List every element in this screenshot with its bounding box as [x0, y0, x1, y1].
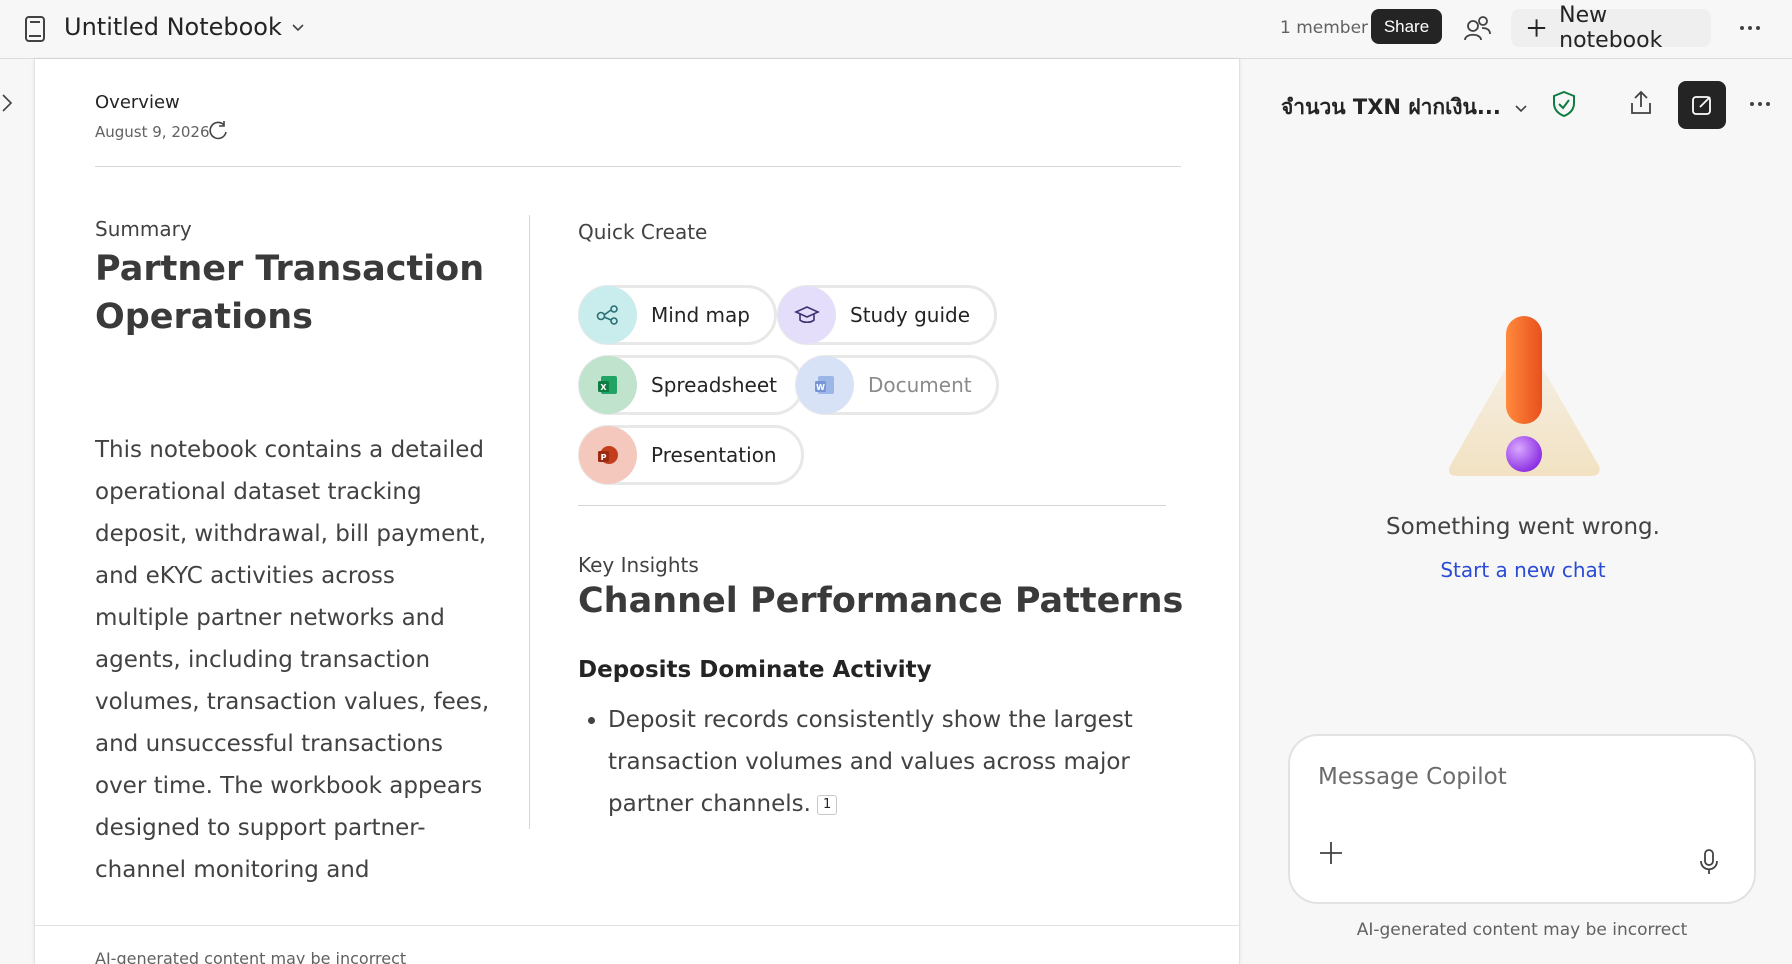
top-bar: Untitled Notebook 1 member Share New not…: [0, 0, 1792, 59]
summary-title: Partner Transaction Operations: [95, 249, 485, 337]
key-insights-list: Deposit records consistently show the la…: [608, 699, 1188, 825]
new-notebook-button[interactable]: New notebook: [1511, 3, 1711, 53]
study-guide-button[interactable]: Study guide: [777, 285, 998, 345]
people-icon[interactable]: [1462, 14, 1492, 42]
svg-text:P: P: [601, 453, 607, 462]
column-divider: [529, 215, 530, 829]
message-input[interactable]: [1318, 764, 1718, 790]
graduation-cap-icon: [778, 286, 836, 344]
spreadsheet-label: Spreadsheet: [651, 373, 777, 397]
mind-map-label: Mind map: [651, 303, 750, 327]
new-chat-button[interactable]: [1678, 81, 1726, 129]
start-new-chat-link[interactable]: Start a new chat: [1300, 558, 1746, 582]
new-notebook-label: New notebook: [1559, 3, 1663, 53]
key-insights-title: Channel Performance Patterns: [578, 581, 1184, 621]
microphone-icon[interactable]: [1698, 848, 1720, 876]
message-composer: [1288, 734, 1756, 904]
spreadsheet-button[interactable]: X Spreadsheet: [578, 355, 804, 415]
summary-label: Summary: [95, 217, 192, 241]
more-options-icon[interactable]: [1736, 14, 1764, 42]
divider: [95, 166, 1181, 167]
error-message: Something went wrong.: [1386, 514, 1660, 540]
svg-text:W: W: [816, 383, 825, 392]
mind-map-icon: [579, 286, 637, 344]
notebook-document: Overview August 9, 2026 Summary Partner …: [34, 59, 1241, 964]
citation-badge[interactable]: 1: [816, 795, 838, 815]
svg-text:X: X: [600, 383, 607, 392]
notebook-title-dropdown[interactable]: Untitled Notebook: [64, 13, 306, 41]
more-options-icon[interactable]: [1746, 90, 1774, 118]
add-attachment-icon[interactable]: [1318, 840, 1344, 866]
refresh-icon[interactable]: [207, 120, 229, 142]
member-count[interactable]: 1 member: [1280, 18, 1368, 38]
list-item: Deposit records consistently show the la…: [608, 699, 1188, 825]
share-button[interactable]: Share: [1371, 9, 1442, 44]
key-insights-subheading: Deposits Dominate Activity: [578, 657, 932, 683]
doc-disclaimer: AI-generated content may be incorrect: [95, 949, 407, 964]
chat-title-dropdown[interactable]: จำนวน TXN ฝากเงิน...: [1281, 91, 1529, 124]
document-label: Document: [868, 373, 972, 397]
notebook-icon: [25, 16, 45, 42]
divider: [578, 505, 1166, 506]
expand-sidebar-chevron-icon[interactable]: [0, 92, 16, 114]
chat-title: จำนวน TXN ฝากเงิน...: [1281, 95, 1501, 119]
overview-label: Overview: [95, 92, 180, 113]
chevron-down-icon: [1515, 104, 1527, 112]
divider: [35, 925, 1241, 926]
key-insights-label: Key Insights: [578, 553, 699, 577]
shield-check-icon[interactable]: [1551, 90, 1577, 118]
export-icon[interactable]: [1628, 89, 1654, 117]
study-guide-label: Study guide: [850, 303, 971, 327]
word-icon: W: [796, 356, 854, 414]
quick-create-label: Quick Create: [578, 220, 708, 244]
summary-body: This notebook contains a detailed operat…: [95, 437, 490, 883]
plus-icon: [1527, 19, 1546, 37]
notebook-title: Untitled Notebook: [64, 13, 282, 41]
presentation-label: Presentation: [651, 443, 777, 467]
mind-map-button[interactable]: Mind map: [578, 285, 777, 345]
presentation-button[interactable]: P Presentation: [578, 425, 804, 485]
warning-illustration-icon: [1449, 316, 1600, 476]
excel-icon: X: [579, 356, 637, 414]
copilot-disclaimer: AI-generated content may be incorrect: [1356, 920, 1688, 940]
chevron-down-icon: [292, 24, 304, 32]
powerpoint-icon: P: [579, 426, 637, 484]
overview-date: August 9, 2026: [95, 123, 210, 141]
document-button[interactable]: W Document: [795, 355, 999, 415]
compose-icon: [1692, 96, 1711, 115]
insight-bullet-text: Deposit records consistently show the la…: [608, 707, 1133, 817]
